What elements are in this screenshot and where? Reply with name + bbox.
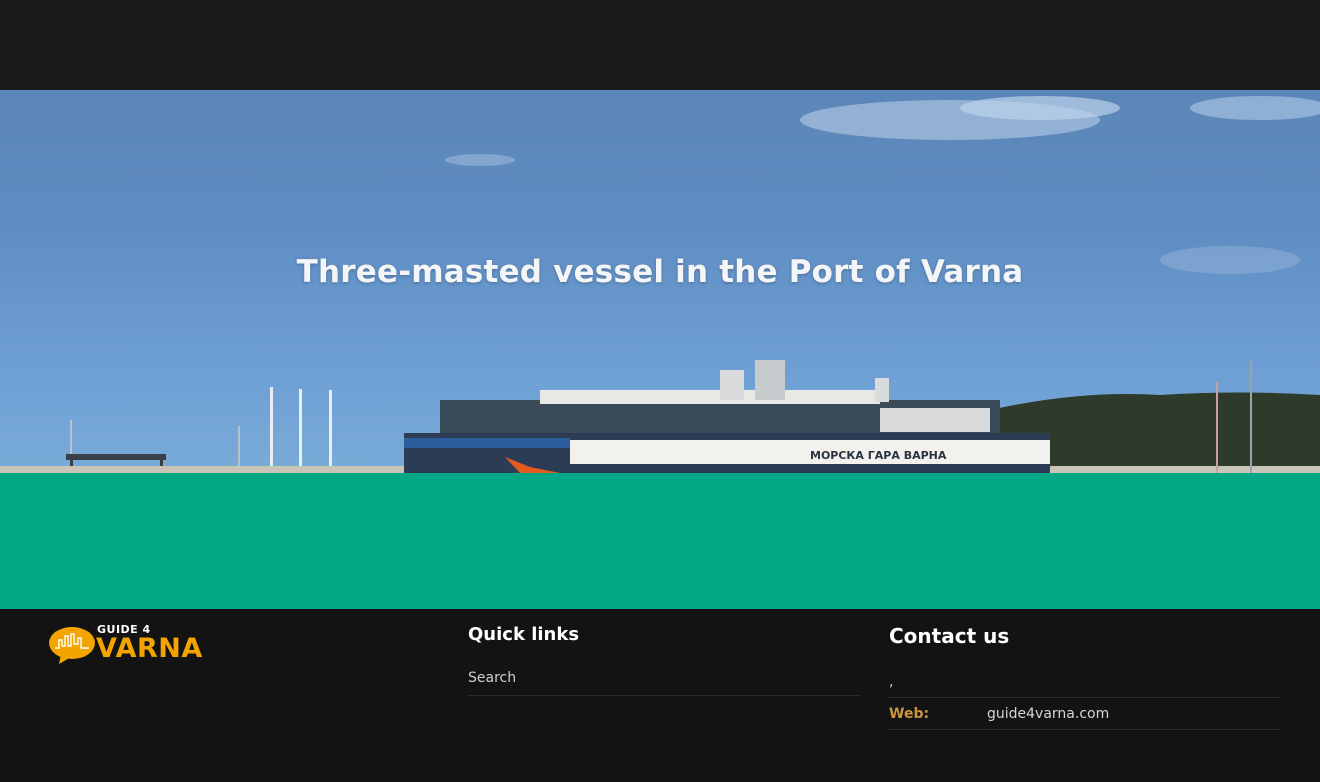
contact-address: ,: [889, 674, 894, 690]
web-label: Web:: [889, 705, 930, 722]
quick-links-title: Quick links: [468, 624, 580, 645]
site-logo[interactable]: GUIDE 4 VARNA: [49, 623, 219, 665]
quick-link-search[interactable]: Search: [468, 666, 860, 696]
top-bar: [0, 0, 1320, 90]
contact-list: , Web: guide4varna.com: [889, 667, 1280, 730]
speech-bubble-icon: [49, 627, 95, 664]
contact-address-row: ,: [889, 667, 1280, 698]
logo-main-text: VARNA: [96, 633, 203, 664]
quick-links-list: Search: [468, 666, 860, 696]
footer: GUIDE 4 VARNA Quick links Search Contact…: [0, 609, 1320, 782]
hero-title: Three-masted vessel in the Port of Varna: [296, 254, 1024, 290]
hero-banner: МОРСКА ГАРА ВАРНА Three-masted vessel in…: [0, 90, 1320, 473]
web-link[interactable]: guide4varna.com: [987, 706, 1109, 722]
contact-web-row: Web: guide4varna.com: [889, 698, 1280, 730]
accent-band: [0, 473, 1320, 609]
building-sign: МОРСКА ГАРА ВАРНА: [810, 449, 947, 462]
contact-title: Contact us: [889, 624, 1010, 648]
